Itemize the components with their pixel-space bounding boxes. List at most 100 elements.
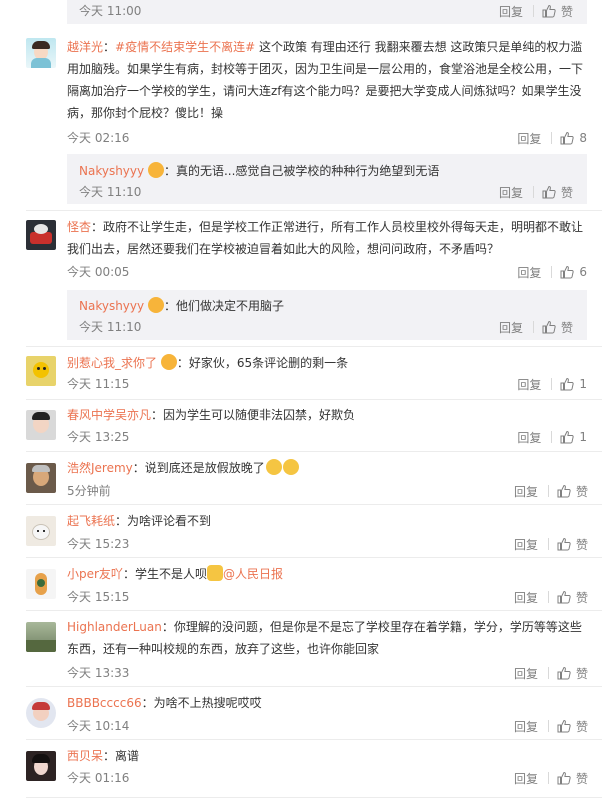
comment-body: ：因为学生可以随便非法囚禁，好欺负 xyxy=(151,408,356,422)
thumbs-up-icon[interactable] xyxy=(542,4,556,18)
avatar[interactable] xyxy=(26,463,56,493)
comment-item: 别惹心我_求你了 ：好家伙，65条评论删的剩一条 今天 11:15 回复 1 xyxy=(26,352,602,400)
avatar[interactable] xyxy=(26,220,56,250)
divider xyxy=(547,772,549,784)
comment-body: ：为啥评论看不到 xyxy=(115,514,212,528)
thumbs-up-icon[interactable] xyxy=(557,719,571,733)
vip-emoji-icon xyxy=(147,162,164,178)
avatar[interactable] xyxy=(26,698,56,728)
reply-button[interactable]: 回复 xyxy=(499,184,523,201)
comment-text: 起飞耗纸：为啥评论看不到 xyxy=(67,510,587,532)
comment-item: 春风中学吴亦凡：因为学生可以随便非法囚禁，好欺负 今天 13:25 回复 1 xyxy=(26,404,602,452)
comment-actions: 回复 赞 xyxy=(514,718,588,734)
reply-button[interactable]: 回复 xyxy=(517,376,541,393)
laugh-cry-emoji-icon xyxy=(265,459,282,475)
reply-body: ：他们做决定不用脑子 xyxy=(163,299,284,313)
thumbs-up-icon[interactable] xyxy=(557,771,571,785)
comment-username[interactable]: 浩然Jeremy xyxy=(67,461,133,475)
reply-body: ：真的无语...感觉自己被学校的种种行为绝望到无语 xyxy=(163,164,440,178)
thumbs-up-icon[interactable] xyxy=(557,590,571,604)
thumbs-up-icon[interactable] xyxy=(542,185,556,199)
like-count: 1 xyxy=(579,377,587,391)
comment-time: 今天 13:33 xyxy=(67,666,130,680)
comment-username[interactable]: 小per友吖 xyxy=(67,567,123,581)
comment-text: 别惹心我_求你了 ：好家伙，65条评论删的剩一条 xyxy=(67,352,587,374)
comment-text: BBBBcccc66：为啥不上热搜呢哎哎 xyxy=(67,692,587,714)
divider xyxy=(532,321,534,333)
thumbs-up-icon[interactable] xyxy=(557,666,571,680)
avatar[interactable] xyxy=(26,356,56,386)
thumbs-up-icon[interactable] xyxy=(557,484,571,498)
comment-time: 今天 13:25 xyxy=(67,430,130,444)
reply-actions: 回复 赞 xyxy=(499,184,573,200)
reply-button[interactable]: 回复 xyxy=(517,264,541,281)
reply-button[interactable]: 回复 xyxy=(517,130,541,147)
reply-username[interactable]: Nakyshyyy xyxy=(79,164,144,178)
like-label[interactable]: 赞 xyxy=(576,589,588,606)
comment-username[interactable]: BBBBcccc66 xyxy=(67,696,142,710)
like-label[interactable]: 赞 xyxy=(576,536,588,553)
avatar[interactable] xyxy=(26,751,56,781)
reply-button[interactable]: 回复 xyxy=(514,718,538,735)
comment-time: 今天 15:23 xyxy=(67,537,130,551)
reply-button[interactable]: 回复 xyxy=(499,3,523,20)
reply-button[interactable]: 回复 xyxy=(514,665,538,682)
reply-button[interactable]: 回复 xyxy=(499,319,523,336)
thumbs-up-icon[interactable] xyxy=(560,430,575,444)
topic-link[interactable]: #疫情不结束学生不离连# xyxy=(115,40,255,54)
reply-button[interactable]: 回复 xyxy=(514,483,538,500)
divider xyxy=(547,720,549,732)
like-label[interactable]: 赞 xyxy=(561,184,573,201)
comment-body: ：政府不让学生走，但是学校工作正常进行，所有工作人员校里校外得每天走，明明都不敢… xyxy=(67,220,584,256)
comment-username[interactable]: 春风中学吴亦凡 xyxy=(67,408,151,422)
like-label[interactable]: 赞 xyxy=(576,718,588,735)
comment-username[interactable]: 西贝呆 xyxy=(67,749,103,763)
thumbs-up-icon[interactable] xyxy=(542,320,556,334)
reply-time: 今天 11:10 xyxy=(79,320,142,334)
thumbs-up-icon[interactable] xyxy=(560,265,575,279)
divider xyxy=(551,132,553,144)
comment-username[interactable]: 别惹心我_求你了 xyxy=(67,356,157,370)
like-label[interactable]: 赞 xyxy=(576,483,588,500)
thumbs-up-icon[interactable] xyxy=(557,537,571,551)
mention-link[interactable]: @人民日报 xyxy=(223,567,283,581)
comment-text: 浩然Jeremy：说到底还是放假放晚了 xyxy=(67,457,587,479)
reply-button[interactable]: 回复 xyxy=(517,429,541,446)
divider xyxy=(551,266,553,278)
comment-actions: 回复 1 xyxy=(517,429,587,445)
like-label[interactable]: 赞 xyxy=(561,3,573,20)
comment-text: 越洋光：#疫情不结束学生不离连# 这个政策 有理由还行 我翻来覆去想 这政策只是… xyxy=(67,40,584,120)
avatar[interactable] xyxy=(26,410,56,440)
comment-username[interactable]: 怪杏 xyxy=(67,220,91,234)
divider xyxy=(26,210,602,211)
comment-username[interactable]: 越洋光 xyxy=(67,40,103,54)
comment-time: 今天 10:14 xyxy=(67,719,130,733)
reply-box: Nakyshyyy ：真的无语...感觉自己被学校的种种行为绝望到无语 今天 1… xyxy=(67,154,587,204)
reply-username[interactable]: Nakyshyyy xyxy=(79,299,144,313)
comment-actions: 回复 赞 xyxy=(514,589,588,605)
avatar[interactable] xyxy=(26,38,56,68)
avatar[interactable] xyxy=(26,569,56,599)
reply-button[interactable]: 回复 xyxy=(514,589,538,606)
avatar[interactable] xyxy=(26,516,56,546)
like-label[interactable]: 赞 xyxy=(561,319,573,336)
thumbs-up-icon[interactable] xyxy=(560,131,575,145)
comment-time: 5分钟前 xyxy=(67,484,111,498)
avatar[interactable] xyxy=(26,622,56,652)
thumbs-up-icon[interactable] xyxy=(560,377,575,391)
divider xyxy=(532,186,534,198)
divider xyxy=(547,538,549,550)
like-label[interactable]: 赞 xyxy=(576,770,588,787)
comment-username[interactable]: 起飞耗纸 xyxy=(67,514,115,528)
reply-button[interactable]: 回复 xyxy=(514,770,538,787)
vip-emoji-icon xyxy=(160,354,177,370)
comment-item: 西贝呆：离谱 今天 01:16 回复 赞 xyxy=(26,745,602,801)
comment-username[interactable]: HighlanderLuan xyxy=(67,620,162,634)
reply-text: Nakyshyyy ：他们做决定不用脑子 xyxy=(79,297,284,314)
reply-button[interactable]: 回复 xyxy=(514,536,538,553)
comment-time: 今天 15:15 xyxy=(67,590,130,604)
comment-time: 今天 00:05 xyxy=(67,265,130,279)
reply-box: 今天 11:00 回复 赞 xyxy=(67,0,587,24)
like-label[interactable]: 赞 xyxy=(576,665,588,682)
divider xyxy=(26,346,602,347)
